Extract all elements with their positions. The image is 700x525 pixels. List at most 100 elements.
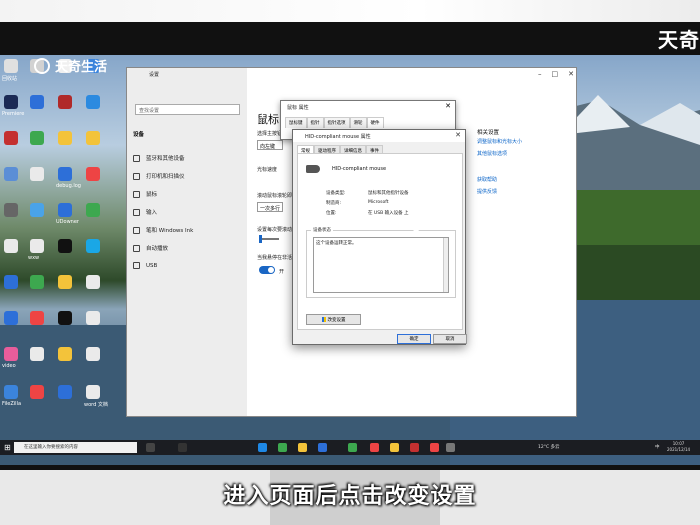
- desktop-icon[interactable]: [58, 167, 72, 181]
- clock-date: 2021/12/14: [667, 447, 691, 452]
- device-status-text[interactable]: 这个设备运转正常。: [313, 237, 449, 293]
- app-icon[interactable]: [410, 443, 419, 452]
- desktop-icon-label: debug.log: [56, 183, 81, 189]
- settings-gear-icon[interactable]: [446, 443, 455, 452]
- uac-shield-icon: [321, 317, 326, 322]
- desktop-screen: 回收站 Premiere debug.log UDowner wxw video…: [0, 55, 700, 465]
- desktop-icon[interactable]: [4, 59, 18, 73]
- related-heading: 相关设置: [477, 130, 500, 136]
- tab-wheel[interactable]: 滑轮: [349, 117, 367, 128]
- desktop-icon[interactable]: [4, 385, 18, 399]
- primary-button-select[interactable]: 向左键: [257, 140, 283, 150]
- close-icon[interactable]: ✕: [455, 131, 461, 139]
- feedback-link[interactable]: 提供反馈: [477, 188, 497, 195]
- scrollbar[interactable]: [443, 238, 448, 292]
- desktop-icon[interactable]: [86, 311, 100, 325]
- wechat-icon[interactable]: [348, 443, 357, 452]
- desktop-icon[interactable]: [30, 167, 44, 181]
- setting-label: 选择主按钮: [257, 131, 283, 137]
- sidebar-item-pen[interactable]: 笔和 Windows Ink: [133, 226, 193, 234]
- settings-sidebar: [127, 68, 247, 416]
- ime-indicator[interactable]: 中: [655, 444, 660, 450]
- inactive-scroll-toggle[interactable]: [259, 266, 275, 274]
- app-icon[interactable]: [430, 443, 439, 452]
- desktop-icon[interactable]: [30, 203, 44, 217]
- app-icon[interactable]: [278, 443, 287, 452]
- taskbar-search-input[interactable]: 在这里输入你要搜索的内容: [14, 442, 137, 453]
- desktop-icon[interactable]: [58, 275, 72, 289]
- ok-button[interactable]: 确定: [397, 334, 431, 344]
- app-icon[interactable]: [298, 443, 307, 452]
- sidebar-item-printers[interactable]: 打印机和扫描仪: [133, 172, 185, 180]
- field-label: 制造商:: [326, 201, 342, 206]
- app-icon[interactable]: [370, 443, 379, 452]
- desktop-icon[interactable]: [4, 311, 18, 325]
- desktop-icon[interactable]: [4, 203, 18, 217]
- scroll-select[interactable]: 一次多行: [257, 202, 283, 212]
- tab-bar: 鼠标键 指针 指针选项 滑轮 硬件: [285, 117, 384, 128]
- sidebar-item-mouse[interactable]: 鼠标: [133, 190, 157, 198]
- related-link[interactable]: 调整鼠标和光标大小: [477, 138, 522, 145]
- desktop-icon[interactable]: [30, 385, 44, 399]
- weather-text[interactable]: 12°C 多云: [538, 444, 560, 450]
- dialog-titlebar[interactable]: HID-compliant mouse 属性 ✕: [293, 130, 465, 142]
- change-settings-button[interactable]: 改变设置: [306, 314, 361, 325]
- app-icon[interactable]: [178, 443, 187, 452]
- app-icon[interactable]: [390, 443, 399, 452]
- close-icon[interactable]: ✕: [445, 102, 451, 110]
- tab-buttons[interactable]: 鼠标键: [285, 117, 307, 128]
- desktop-icon[interactable]: [4, 347, 18, 361]
- desktop-icon[interactable]: [58, 385, 72, 399]
- sidebar-heading: 设备: [133, 132, 145, 138]
- desktop-icon[interactable]: [4, 275, 18, 289]
- tab-pointer[interactable]: 指针: [306, 117, 324, 128]
- desktop-icon[interactable]: [58, 239, 72, 253]
- desktop-icon[interactable]: [86, 239, 100, 253]
- desktop-icon[interactable]: [4, 239, 18, 253]
- desktop-icon[interactable]: [86, 95, 100, 109]
- desktop-icon[interactable]: [58, 203, 72, 217]
- scroll-lines-slider[interactable]: [259, 235, 279, 243]
- desktop-icon[interactable]: [4, 167, 18, 181]
- cancel-button[interactable]: 取消: [433, 334, 467, 344]
- desktop-icon[interactable]: [86, 203, 100, 217]
- desktop-icon[interactable]: [58, 311, 72, 325]
- related-link[interactable]: 其他鼠标选项: [477, 150, 507, 157]
- sidebar-item-bluetooth[interactable]: 蓝牙和其他设备: [133, 154, 185, 162]
- sidebar-item-input[interactable]: 输入: [133, 208, 157, 216]
- task-view-icon[interactable]: [146, 443, 155, 452]
- close-icon[interactable]: ✕: [568, 70, 574, 78]
- settings-search-input[interactable]: 查找设置: [135, 104, 240, 115]
- desktop-icon[interactable]: [30, 347, 44, 361]
- sidebar-item-usb[interactable]: USB: [133, 262, 157, 269]
- minimize-icon[interactable]: –: [538, 70, 542, 78]
- photo-frame: 回收站 Premiere debug.log UDowner wxw video…: [0, 0, 700, 525]
- windows-start-icon[interactable]: ⊞: [4, 443, 11, 452]
- desktop-icon[interactable]: [86, 275, 100, 289]
- desktop-icon[interactable]: [30, 311, 44, 325]
- desktop-icon[interactable]: [30, 275, 44, 289]
- tab-hardware[interactable]: 硬件: [366, 117, 384, 128]
- field-label: 位置:: [326, 211, 337, 216]
- desktop-icon[interactable]: [86, 385, 100, 399]
- settings-titlebar[interactable]: 设置 – □ ✕: [127, 68, 578, 82]
- desktop-icon[interactable]: [30, 239, 44, 253]
- tab-pointer-options[interactable]: 指针选项: [323, 117, 350, 128]
- help-link[interactable]: 获取帮助: [477, 176, 497, 183]
- sidebar-item-autoplay[interactable]: 自动播放: [133, 244, 168, 252]
- edge-icon[interactable]: [258, 443, 267, 452]
- clock[interactable]: 10:07 2021/12/14: [667, 441, 690, 453]
- desktop-icon[interactable]: [58, 347, 72, 361]
- desktop-icon[interactable]: [86, 347, 100, 361]
- desktop-icon[interactable]: [30, 131, 44, 145]
- desktop-icon[interactable]: [58, 131, 72, 145]
- desktop-icon[interactable]: [86, 131, 100, 145]
- desktop-icon[interactable]: [4, 131, 18, 145]
- desktop-icon[interactable]: [4, 95, 18, 109]
- sidebar-item-label: 鼠标: [146, 192, 158, 198]
- maximize-icon[interactable]: □: [552, 70, 559, 78]
- desktop-icon[interactable]: [86, 167, 100, 181]
- app-icon[interactable]: [318, 443, 327, 452]
- desktop-icon[interactable]: [30, 95, 44, 109]
- desktop-icon[interactable]: [58, 95, 72, 109]
